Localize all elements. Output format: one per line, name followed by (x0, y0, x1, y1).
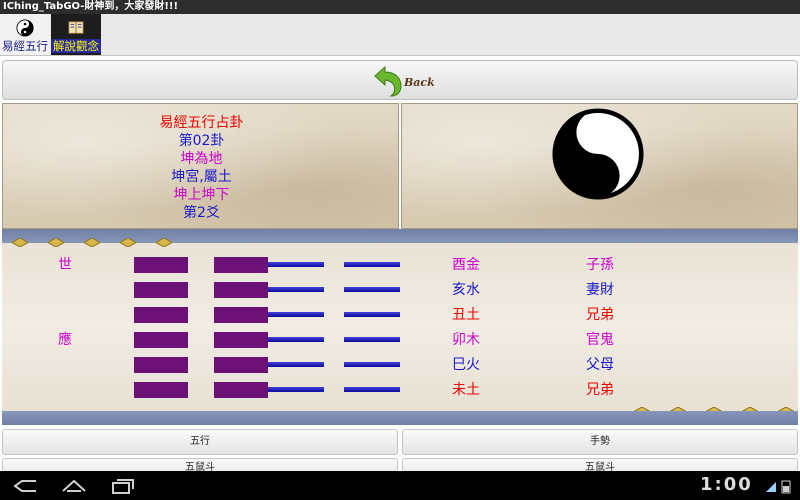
window-title: IChing_TabGO-財神到，大家發財!!! (0, 0, 800, 14)
earthly-branch: 未土 (452, 382, 480, 398)
line-dash (344, 262, 400, 267)
hexagram-info-panel: 易經五行占卦 第02卦 坤為地 坤宮,屬土 坤上坤下 第2爻 (2, 103, 399, 229)
yin-line-right (214, 382, 268, 398)
hexagram-lines-area: 世 酉金 子孫 亥水 妻財 丑土 兄弟 應 卯木 官鬼 巳火 父母 未土 兄弟 (2, 229, 798, 425)
shi-ying-mark: 應 (58, 332, 72, 348)
yin-line-right (214, 257, 268, 273)
divination-title: 易經五行占卦 (159, 115, 244, 131)
tab-iching-wuxing[interactable]: 易經五行 (0, 14, 50, 55)
home-nav-icon[interactable] (60, 477, 88, 495)
hexagram-line-row: 未土 兄弟 (2, 379, 798, 401)
tab-label: 易經五行 (2, 39, 48, 53)
yin-line-left (134, 307, 188, 323)
app-root: IChing_TabGO-財神到，大家發財!!! 易經五行 解說觀念 Back … (0, 0, 800, 500)
recent-apps-icon[interactable] (110, 477, 136, 495)
back-button[interactable]: Back (371, 64, 441, 98)
hexagram-number: 第02卦 (178, 133, 225, 149)
line-dash (268, 312, 324, 317)
ingot-icon (84, 238, 100, 247)
yin-line-left (134, 382, 188, 398)
ingot-icon (12, 238, 28, 247)
yin-line-right (214, 332, 268, 348)
line-dash (268, 387, 324, 392)
gesture-button[interactable]: 手勢 (402, 429, 798, 455)
six-relation: 父母 (586, 357, 614, 373)
line-dash (344, 362, 400, 367)
line-dash (268, 337, 324, 342)
yin-line-right (214, 357, 268, 373)
six-relation: 子孫 (586, 257, 614, 273)
yin-line-left (134, 332, 188, 348)
earthly-branch: 酉金 (452, 257, 480, 273)
hexagram-palace: 坤宮,屬土 (171, 169, 232, 185)
tab-explanation[interactable]: 解說觀念 (51, 14, 101, 55)
line-dash (268, 362, 324, 367)
hexagram-line-row: 世 酉金 子孫 (2, 254, 798, 276)
earthly-branch: 巳火 (452, 357, 480, 373)
line-dash (344, 337, 400, 342)
back-arrow-icon (374, 65, 402, 97)
line-dash (344, 387, 400, 392)
taiji-symbol-icon (552, 108, 644, 200)
signal-battery-icon (766, 480, 791, 494)
yin-line-right (214, 307, 268, 323)
shi-ying-mark: 世 (58, 257, 72, 273)
six-relation: 兄弟 (586, 382, 614, 398)
six-relation: 官鬼 (586, 332, 614, 348)
earthly-branch: 亥水 (452, 282, 480, 298)
ingot-icon (156, 238, 172, 247)
six-relation: 妻財 (586, 282, 614, 298)
tab-bar: 易經五行 解說觀念 (0, 14, 800, 56)
moving-line: 第2爻 (183, 205, 220, 221)
clock-time: 1:00 (700, 474, 753, 495)
hexagram-line-row: 應 卯木 官鬼 (2, 329, 798, 351)
ingot-icon (48, 238, 64, 247)
hexagram-line-row: 亥水 妻財 (2, 279, 798, 301)
ingot-icon (120, 238, 136, 247)
bottom-border (2, 411, 798, 425)
yin-line-right (214, 282, 268, 298)
wuxing-button[interactable]: 五行 (2, 429, 398, 455)
earthly-branch: 卯木 (452, 332, 480, 348)
tab-label: 解說觀念 (51, 39, 101, 53)
yin-yang-icon (16, 19, 34, 37)
back-nav-icon[interactable] (12, 477, 38, 495)
hexagram-line-row: 巳火 父母 (2, 354, 798, 376)
line-dash (344, 287, 400, 292)
line-dash (268, 287, 324, 292)
hexagram-structure: 坤上坤下 (173, 187, 230, 203)
earthly-branch: 丑土 (452, 307, 480, 323)
yin-line-left (134, 257, 188, 273)
yin-line-left (134, 282, 188, 298)
line-dash (268, 262, 324, 267)
hexagram-line-row: 丑土 兄弟 (2, 304, 798, 326)
book-icon (68, 21, 84, 34)
back-bar: Back (2, 60, 798, 100)
yin-line-left (134, 357, 188, 373)
six-relation: 兄弟 (586, 307, 614, 323)
system-nav-bar: 1:00 (0, 471, 800, 500)
back-label: Back (404, 76, 435, 89)
line-dash (344, 312, 400, 317)
taiji-panel (401, 103, 798, 229)
hexagram-name: 坤為地 (180, 151, 223, 167)
